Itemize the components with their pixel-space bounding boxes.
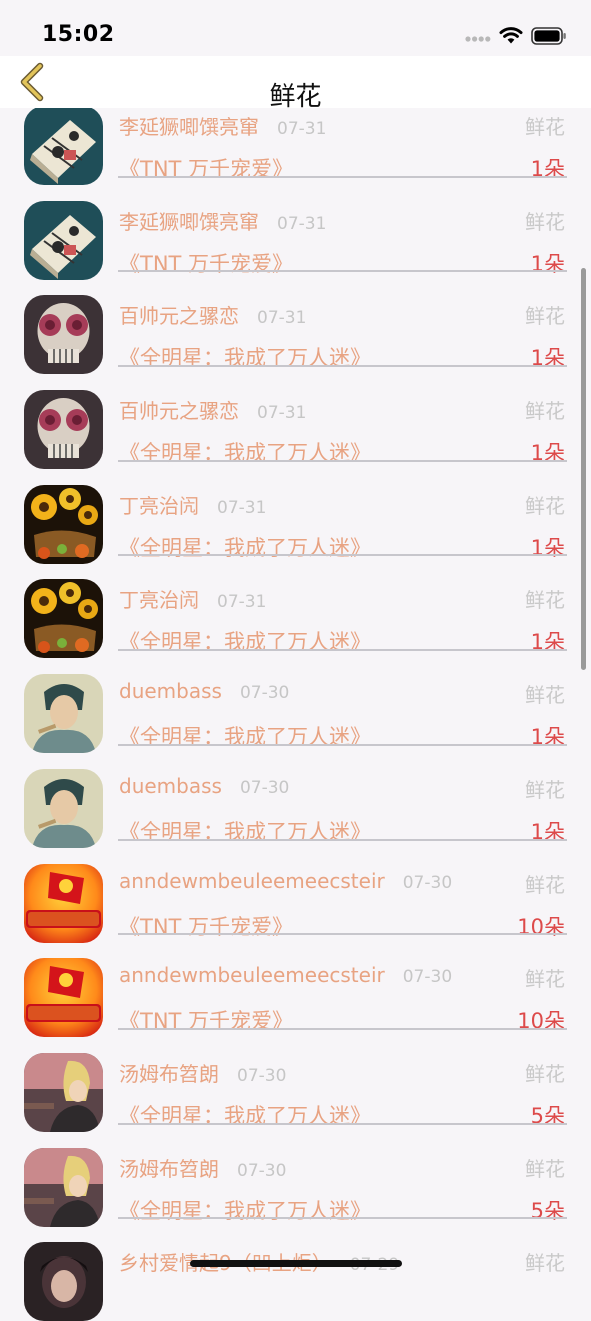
user-name: duembass 07-30 xyxy=(119,773,290,798)
avatar xyxy=(24,1147,103,1227)
list-item[interactable]: 百帅元之骡恋 07-31 鲜花 《全明星：我成了万人迷》 1朵 xyxy=(0,367,591,470)
user-name: 丁亮治闶 07-31 xyxy=(119,588,267,613)
user-name: 丁亮治闶 07-31 xyxy=(119,493,267,518)
status-time: 15:02 xyxy=(42,22,115,47)
gift-type-label: 鲜花 xyxy=(525,1156,565,1181)
send-date: 07-30 xyxy=(402,967,453,988)
user-name: 汤姆布笤朗 07-30 xyxy=(119,1061,287,1086)
user-name: anndewmbeuleemeecsteir 07-30 xyxy=(119,963,453,988)
gift-type-label: 鲜花 xyxy=(525,777,565,802)
send-date: 07-31 xyxy=(277,213,327,234)
avatar xyxy=(24,390,103,470)
list-item[interactable]: anndewmbeuleemeecsteir 07-30 鲜花 《TNT 万千宠爱… xyxy=(0,935,591,1038)
send-date: 07-31 xyxy=(257,403,307,424)
send-date: 07-30 xyxy=(237,1160,287,1181)
gift-type-label: 鲜花 xyxy=(525,304,565,329)
gift-type-label: 鲜花 xyxy=(525,872,565,897)
send-date: 07-30 xyxy=(239,683,290,704)
user-name: 百帅元之骡恋 07-31 xyxy=(119,304,307,329)
avatar xyxy=(24,958,103,1038)
send-date: 07-31 xyxy=(257,308,307,329)
list-item[interactable]: 汤姆布笤朗 07-30 鲜花 《全明星：我成了万人迷》 5朵 xyxy=(0,1030,591,1132)
list-item[interactable]: 丁亮治闶 07-31 鲜花 《全明星：我成了万人迷》 1朵 xyxy=(0,462,591,564)
avatar xyxy=(24,863,103,943)
battery-icon xyxy=(531,27,566,45)
user-name: 李延獗唧馔亮窜 07-31 xyxy=(119,209,327,234)
gift-type-label: 鲜花 xyxy=(525,209,565,234)
gift-type-label: 鲜花 xyxy=(525,1061,565,1086)
nav-bar: 鲜花 xyxy=(0,56,591,112)
send-date: 07-30 xyxy=(237,1065,287,1086)
list-item[interactable]: 百帅元之骡恋 07-31 鲜花 《全明星：我成了万人迷》 1朵 xyxy=(0,272,591,375)
avatar xyxy=(24,295,103,375)
gift-type-label: 鲜花 xyxy=(525,683,565,708)
send-date: 07-30 xyxy=(239,777,290,798)
list-item[interactable]: 李延獗唧馔亮窜 07-31 鲜花 《TNT 万千宠爱》 1朵 xyxy=(0,178,591,280)
gift-type-label: 鲜花 xyxy=(525,967,565,992)
avatar xyxy=(24,1052,103,1132)
avatar xyxy=(24,674,103,754)
cellular-signal-icon xyxy=(465,36,491,42)
user-name: 李延獗唧馔亮窜 07-31 xyxy=(119,115,327,139)
list-item[interactable]: 丁亮治闶 07-31 鲜花 《全明星：我成了万人迷》 1朵 xyxy=(0,556,591,659)
user-name: 汤姆布笤朗 07-30 xyxy=(119,1156,287,1181)
send-date: 07-31 xyxy=(277,119,327,139)
send-date: 07-31 xyxy=(217,592,267,613)
user-name: anndewmbeuleemeecsteir 07-30 xyxy=(119,868,453,893)
user-name: duembass 07-30 xyxy=(119,679,290,704)
home-indicator[interactable] xyxy=(190,1260,402,1267)
avatar xyxy=(24,579,103,659)
avatar xyxy=(24,484,103,564)
gift-type-label: 鲜花 xyxy=(525,588,565,613)
list-item[interactable]: duembass 07-30 鲜花 《全明星：我成了万人迷》 1朵 xyxy=(0,651,591,754)
gift-type-label: 鲜花 xyxy=(525,115,565,139)
send-date: 07-31 xyxy=(217,497,267,518)
list-item[interactable]: 汤姆布笤朗 07-30 鲜花 《全明星：我成了万人迷》 5朵 xyxy=(0,1125,591,1227)
page-title: 鲜花 xyxy=(269,82,322,112)
gift-type-label: 鲜花 xyxy=(525,399,565,424)
avatar xyxy=(24,1242,103,1321)
gift-type-label: 鲜花 xyxy=(525,1251,565,1276)
wifi-icon xyxy=(499,27,523,44)
gift-type-label: 鲜花 xyxy=(525,493,565,518)
list-item[interactable]: duembass 07-30 鲜花 《全明星：我成了万人迷》 1朵 xyxy=(0,746,591,848)
avatar xyxy=(24,200,103,280)
scrollbar[interactable] xyxy=(581,268,586,670)
list-item[interactable]: anndewmbeuleemeecsteir 07-30 鲜花 《TNT 万千宠爱… xyxy=(0,841,591,943)
avatar xyxy=(24,106,103,185)
avatar xyxy=(24,768,103,848)
user-name: 百帅元之骡恋 07-31 xyxy=(119,399,307,424)
flower-records-list: 李延獗唧馔亮窜 07-31 鲜花 《TNT 万千宠爱》 1朵 李延獗唧馔亮窜 07-… xyxy=(0,83,591,1321)
send-date: 07-30 xyxy=(402,872,453,893)
status-bar: 15:02 xyxy=(0,0,591,56)
